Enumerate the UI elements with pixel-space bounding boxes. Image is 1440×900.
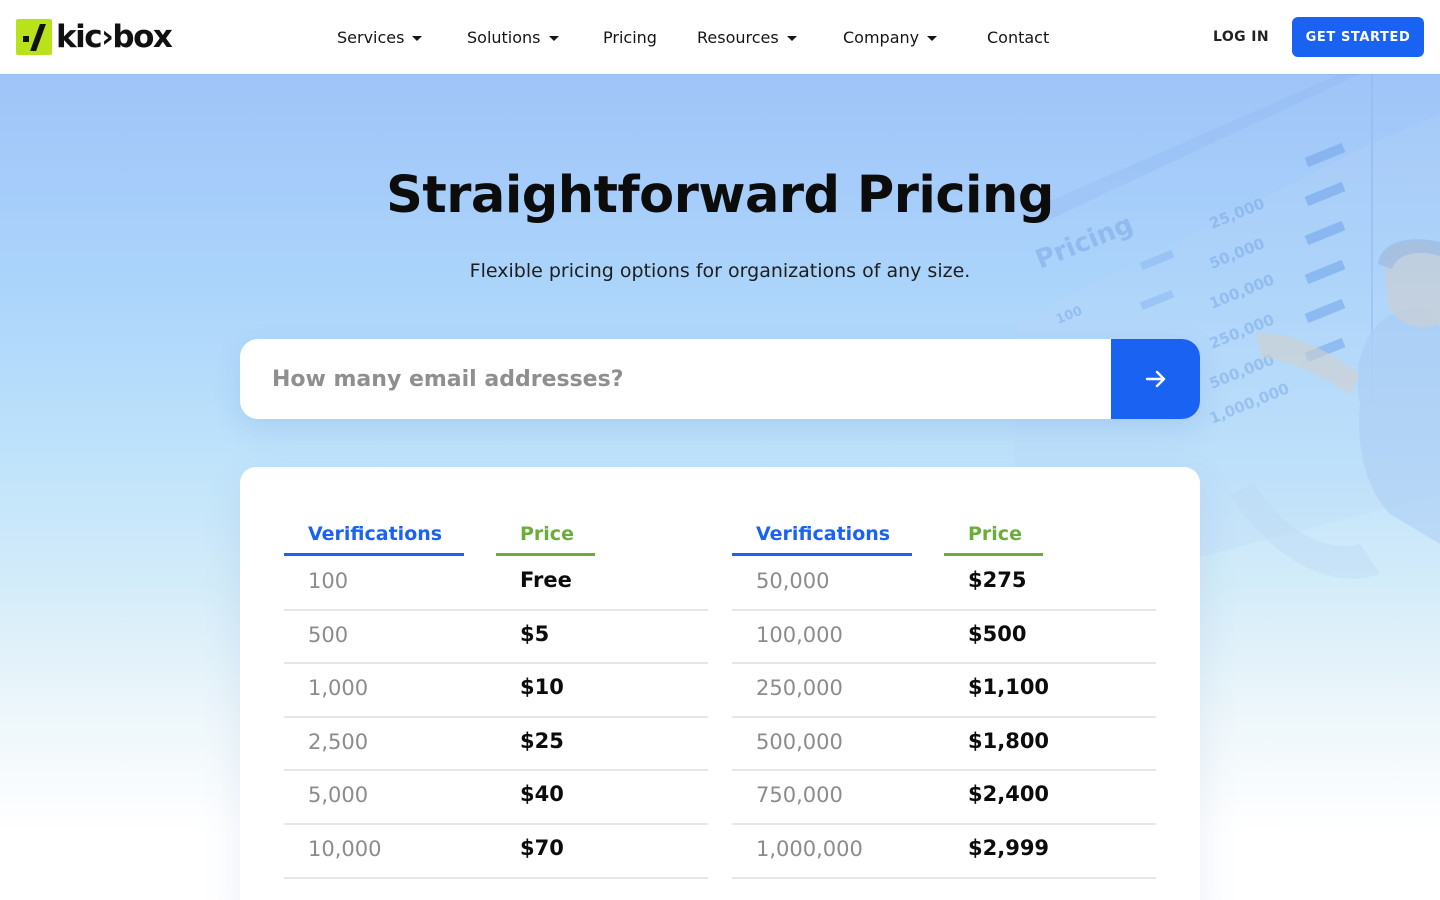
table-row: 1,000 $10 [284, 664, 708, 718]
caret-down-icon [927, 35, 938, 41]
table-row: 10,000 $70 [284, 825, 708, 879]
price-header: Price [944, 515, 1043, 556]
nav-contact[interactable]: Contact [987, 26, 1049, 48]
nav-label: Contact [987, 27, 1050, 47]
table-row: 100 Free [284, 557, 708, 611]
logo-mark-icon [16, 19, 52, 55]
price-cell: Free [520, 568, 572, 592]
table-row: 2,500 $25 [284, 718, 708, 772]
email-count-search [240, 339, 1200, 419]
price-cell: $1,800 [968, 728, 1050, 753]
nav-label: Pricing [603, 27, 657, 47]
kickbox-logo[interactable]: kic›box [16, 19, 173, 55]
arrow-right-icon [1145, 370, 1165, 388]
verifications-cell: 2,500 [308, 729, 369, 754]
nav-label: Solutions [467, 27, 541, 47]
nav-pricing[interactable]: Pricing [603, 26, 657, 48]
caret-down-icon [412, 35, 423, 41]
table-row: 1,000,000 $2,999 [732, 825, 1156, 879]
verifications-cell: 10,000 [308, 836, 382, 861]
pricing-hero: Pricing 25,000 50,000 100,000 250,000 50… [0, 74, 1440, 900]
caret-down-icon [548, 35, 559, 41]
verifications-cell: 100 [308, 569, 349, 593]
pricing-table-left: Verifications Price 100 Free 500 $5 1,000 $… [284, 467, 708, 879]
price-cell: $5 [520, 621, 550, 646]
verifications-header: Verifications [732, 515, 912, 556]
page-subtitle: Flexible pricing options for organizatio… [469, 260, 971, 282]
nav-resources[interactable]: Resources [697, 26, 797, 48]
table-row: 5,000 $40 [284, 771, 708, 825]
nav-solutions[interactable]: Solutions [467, 26, 559, 48]
table-row: 500,000 $1,800 [732, 718, 1156, 772]
verifications-cell: 50,000 [756, 569, 830, 593]
nav-company[interactable]: Company [843, 26, 938, 48]
verifications-cell: 250,000 [756, 676, 843, 701]
table-row: 100,000 $500 [732, 611, 1156, 665]
verifications-cell: 100,000 [756, 622, 843, 647]
table-header: Verifications Price [284, 467, 708, 557]
nav-label: Resources [697, 27, 779, 47]
verifications-cell: 5,000 [308, 783, 369, 808]
price-cell: $500 [968, 621, 1027, 646]
nav-services[interactable]: Services [337, 26, 423, 48]
get-started-button[interactable]: GET STARTED [1292, 17, 1424, 57]
table-row: 750,000 $2,400 [732, 771, 1156, 825]
pricing-table-card: Verifications Price 100 Free 500 $5 1,000 $… [240, 467, 1200, 900]
table-header: Verifications Price [732, 467, 1156, 557]
site-header: kic›box Services Solutions Pricing Resou… [0, 0, 1440, 74]
price-cell: $2,400 [968, 782, 1050, 807]
nav-label: Company [843, 27, 920, 47]
price-cell: $2,999 [968, 835, 1050, 860]
price-cell: $1,100 [968, 675, 1050, 700]
price-cell: $25 [520, 728, 564, 753]
page-title: Straightforward Pricing [386, 166, 1054, 225]
verifications-header: Verifications [284, 515, 464, 556]
verifications-cell: 1,000,000 [756, 836, 863, 861]
login-link[interactable]: LOG IN [1213, 26, 1269, 48]
logo-wordmark: kic›box [56, 19, 173, 55]
price-cell: $40 [520, 782, 564, 807]
price-cell: $275 [968, 568, 1027, 592]
verifications-cell: 500 [308, 622, 349, 647]
verifications-cell: 750,000 [756, 783, 843, 808]
price-header: Price [496, 515, 595, 556]
pricing-table-right: Verifications Price 50,000 $275 100,000 $5… [732, 467, 1156, 879]
caret-down-icon [786, 35, 797, 41]
table-row: 250,000 $1,100 [732, 664, 1156, 718]
email-count-input[interactable] [240, 339, 1111, 419]
submit-button[interactable] [1111, 339, 1200, 419]
price-cell: $10 [520, 675, 564, 700]
price-cell: $70 [520, 835, 564, 860]
table-row: 50,000 $275 [732, 557, 1156, 611]
table-row: 500 $5 [284, 611, 708, 665]
nav-label: Services [337, 27, 405, 47]
verifications-cell: 500,000 [756, 729, 843, 754]
verifications-cell: 1,000 [308, 676, 369, 701]
